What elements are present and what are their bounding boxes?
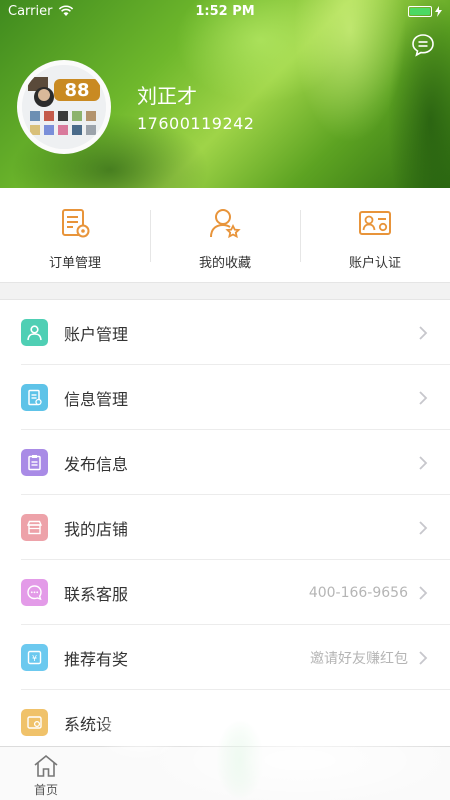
menu-item-label: 信息管理 (64, 389, 129, 409)
menu-item-label: 系统设 (64, 714, 113, 734)
tab-bar: 首页 (0, 746, 450, 800)
menu-item-publish[interactable]: 发布信息 (0, 430, 450, 495)
chevron-right-icon (419, 325, 428, 340)
menu-item-label: 推荐有奖 (64, 649, 129, 669)
message-icon[interactable] (410, 32, 436, 58)
service-icon (21, 579, 48, 606)
menu-item-label: 发布信息 (64, 454, 129, 474)
quick-action-verify[interactable]: 账户认证 (300, 188, 450, 282)
reward-hint: 邀请好友赚红包 (310, 650, 408, 667)
menu-item-label: 联系客服 (64, 584, 129, 604)
chevron-right-icon (419, 390, 428, 405)
battery-icon (408, 5, 442, 17)
menu-item-label: 账户管理 (64, 324, 129, 344)
status-bar: Carrier 1:52 PM (0, 0, 450, 22)
menu-item-account[interactable]: 账户管理 (0, 300, 450, 365)
tab-home[interactable]: 首页 (24, 754, 68, 798)
quick-action-orders[interactable]: 订单管理 (0, 188, 150, 282)
menu-item-service[interactable]: 联系客服 400-166-9656 (0, 560, 450, 625)
service-phone: 400-166-9656 (308, 584, 408, 601)
user-phone: 17600119242 (137, 114, 255, 133)
tab-label-home: 首页 (33, 783, 58, 797)
battery-level (410, 7, 430, 15)
menu-item-info[interactable]: 信息管理 (0, 365, 450, 430)
quick-action-favorites[interactable]: 我的收藏 (150, 188, 300, 282)
quick-action-label: 账户认证 (348, 256, 401, 271)
charging-icon (435, 5, 442, 17)
account-icon (21, 319, 48, 346)
menu-item-reward[interactable]: ¥ 推荐有奖 邀请好友赚红包 (0, 625, 450, 690)
favorites-icon (210, 209, 241, 239)
quick-action-label: 订单管理 (48, 256, 101, 271)
menu-item-label: 我的店铺 (64, 519, 129, 539)
avatar-image: 88 (22, 65, 106, 149)
shop-icon (21, 514, 48, 541)
reward-icon: ¥ (21, 644, 48, 671)
svg-text:¥: ¥ (32, 654, 37, 663)
quick-actions-bar: 订单管理 我的收藏 账户认证 (0, 188, 450, 283)
settings-icon (21, 709, 48, 736)
chevron-right-icon (419, 520, 428, 535)
carrier-label: Carrier (8, 3, 53, 19)
chevron-right-icon (419, 585, 428, 600)
settings-menu: 账户管理 信息管理 发布信息 我的店铺 联系客服 400-166-9656 ¥ … (0, 299, 450, 755)
avatar-text: 88 (64, 80, 89, 101)
home-icon (34, 754, 58, 777)
profile-header: 88 刘正才 17600119242 (0, 0, 450, 188)
chevron-right-icon (419, 455, 428, 470)
menu-item-shop[interactable]: 我的店铺 (0, 495, 450, 560)
quick-action-label: 我的收藏 (198, 256, 251, 271)
chevron-right-icon (419, 650, 428, 665)
wifi-icon (59, 5, 74, 16)
avatar[interactable]: 88 (17, 60, 111, 154)
order-manage-icon (62, 209, 90, 238)
publish-icon (21, 449, 48, 476)
info-icon (21, 384, 48, 411)
account-verify-icon (359, 211, 391, 235)
user-name: 刘正才 (137, 84, 197, 108)
status-time: 1:52 PM (195, 3, 255, 19)
